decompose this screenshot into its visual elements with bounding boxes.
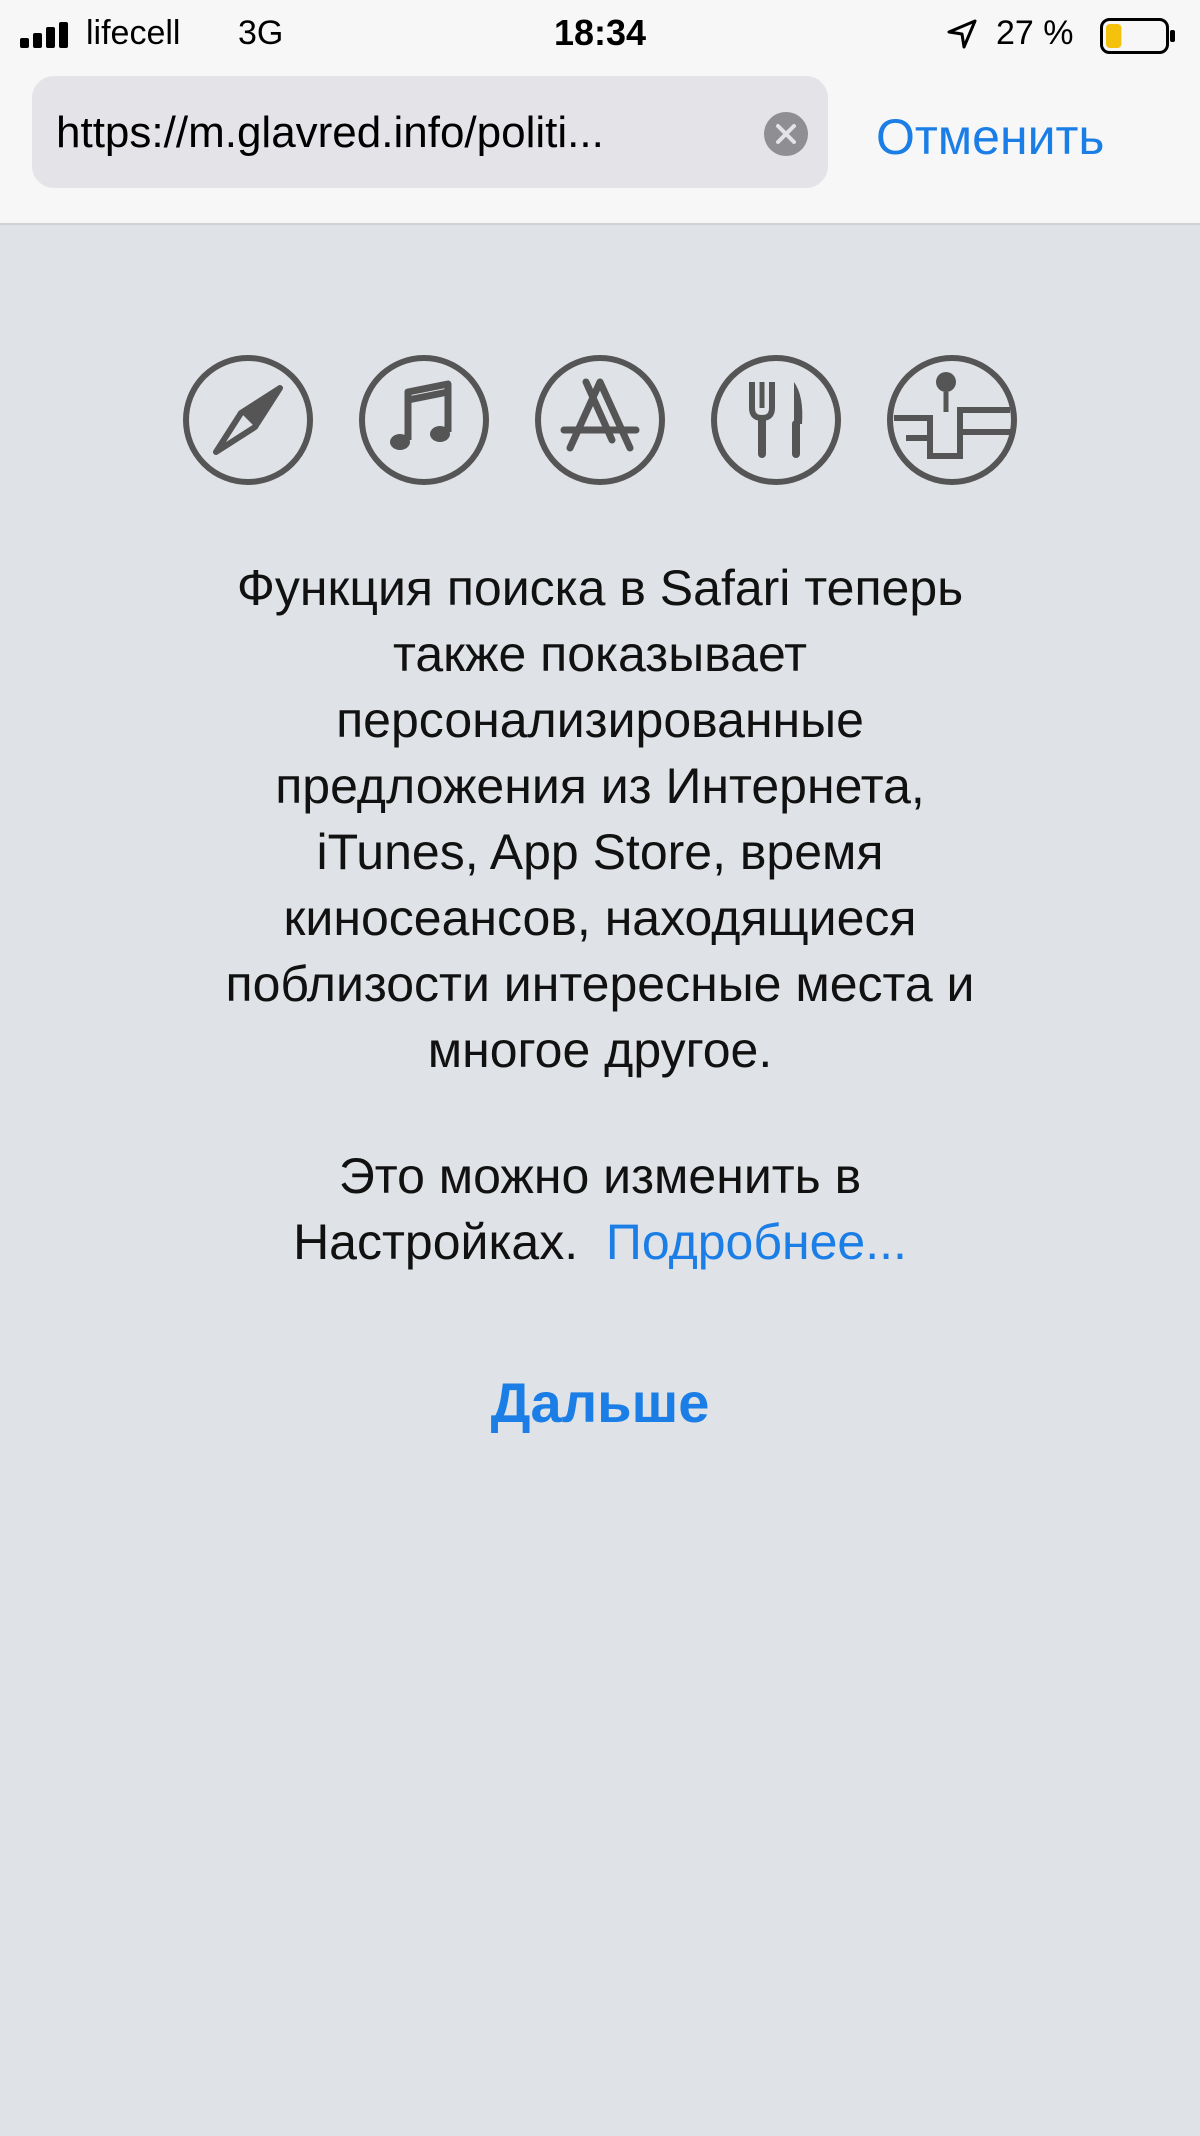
fork-knife-icon <box>711 355 841 485</box>
location-arrow-icon <box>947 19 977 49</box>
description-line: многое другое. <box>427 1022 773 1078</box>
description-line: предложения из Интернета, <box>275 758 925 814</box>
url-field[interactable]: https://m.glavred.info/politi... <box>32 76 828 188</box>
compass-icon <box>183 355 313 485</box>
description-line: Функция поиска в Safari теперь <box>236 560 964 616</box>
settings-note-line1: Это можно изменить в <box>338 1148 862 1204</box>
address-bar: https://m.glavred.info/politi... Отменит… <box>0 70 1200 225</box>
status-bar: lifecell 3G 18:34 27 % <box>0 0 1200 70</box>
continue-button[interactable]: Дальше <box>0 1370 1200 1435</box>
battery-icon <box>1100 18 1175 54</box>
music-note-icon <box>359 355 489 485</box>
description-line: поблизости интересные места и <box>225 956 975 1012</box>
description-text: Функция поиска в Safari теперь также пок… <box>140 555 1060 1083</box>
settings-note: Это можно изменить в Настройках. Подробн… <box>140 1143 1060 1275</box>
learn-more-link[interactable]: Подробнее... <box>606 1214 907 1270</box>
url-text[interactable]: https://m.glavred.info/politi... <box>56 108 756 158</box>
description-line: также показывает <box>393 626 807 682</box>
feature-icons-row <box>0 352 1200 492</box>
cancel-button[interactable]: Отменить <box>876 108 1104 166</box>
app-store-icon <box>535 355 665 485</box>
map-pin-icon <box>887 355 1017 485</box>
description-line: iTunes, App Store, время <box>316 824 884 880</box>
description-line: персонализированные <box>336 692 864 748</box>
settings-note-line2: Настройках. <box>293 1214 579 1270</box>
clear-icon[interactable] <box>762 110 810 158</box>
description-line: киносеансов, находящиеся <box>283 890 917 946</box>
battery-percent: 27 % <box>996 14 1074 52</box>
